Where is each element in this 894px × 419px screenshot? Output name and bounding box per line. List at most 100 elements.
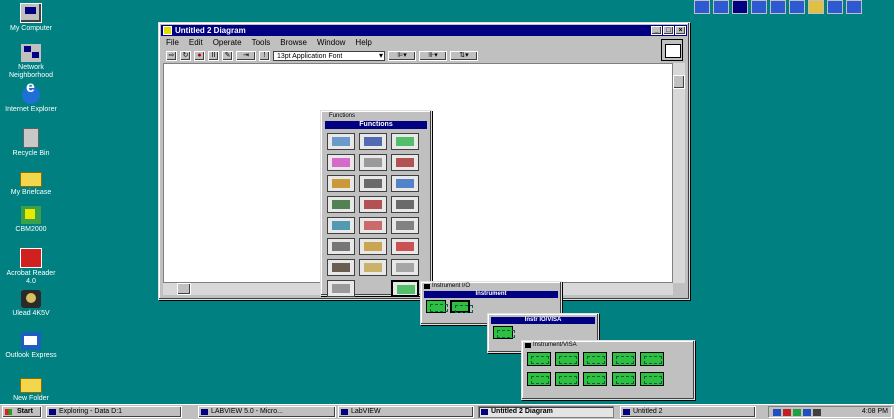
- taskbar-button-untitled-2-diagram[interactable]: Untitled 2 Diagram: [478, 406, 614, 418]
- analysis-icon[interactable]: [327, 217, 355, 234]
- subpalette-title[interactable]: Instrument/VISA: [525, 342, 691, 349]
- visa-open-icon[interactable]: [527, 352, 551, 366]
- abort-icon[interactable]: ●: [194, 50, 205, 61]
- desktop-icon-my-computer[interactable]: My Computer: [4, 3, 58, 33]
- distribute-objects-dropdown[interactable]: ⊪▾: [419, 50, 447, 61]
- desktop-icon-internet-explorer[interactable]: Internet Explorer: [4, 84, 58, 114]
- time-dialog-icon[interactable]: [359, 175, 387, 192]
- tutorial-icon[interactable]: [359, 217, 387, 234]
- font-select[interactable]: 13pt Application Font: [273, 50, 385, 61]
- select-vi-icon[interactable]: [359, 259, 387, 276]
- user-libraries-icon[interactable]: [359, 238, 387, 255]
- run-continuously-icon[interactable]: ↻: [180, 50, 191, 61]
- warning-icon[interactable]: !: [259, 50, 270, 61]
- instrument-io-icon[interactable]: [359, 196, 387, 213]
- tray-icon[interactable]: [773, 409, 781, 416]
- desktop-icon-cbm2000[interactable]: CBM2000: [4, 206, 58, 234]
- visa-status-icon[interactable]: [527, 372, 551, 386]
- shortcut-icon[interactable]: [789, 0, 805, 14]
- desktop-icon-acrobat[interactable]: Acrobat Reader 4.0: [4, 248, 58, 286]
- step-into-icon[interactable]: ⇥: [236, 50, 256, 61]
- desktop-icon-label: Internet Explorer: [5, 106, 57, 113]
- advanced-icon[interactable]: [391, 217, 419, 234]
- shortcut-icon[interactable]: [694, 0, 710, 14]
- menu-file[interactable]: File: [166, 38, 179, 48]
- desktop-icon-outlook-express[interactable]: Outlook Express: [4, 332, 58, 360]
- minimize-button[interactable]: _: [651, 26, 662, 35]
- start-button[interactable]: Start: [2, 406, 42, 418]
- tray-icon[interactable]: [803, 409, 811, 416]
- taskbar-button-labview-micro[interactable]: LABVIEW 5.0 - Micro...: [198, 406, 336, 418]
- pause-icon[interactable]: II: [208, 50, 219, 61]
- tray-icon[interactable]: [793, 409, 801, 416]
- shortcut-icon[interactable]: [827, 0, 843, 14]
- data-acquisition-icon[interactable]: [391, 196, 419, 213]
- application-control-icon[interactable]: [391, 238, 419, 255]
- run-icon[interactable]: ⇨: [166, 50, 177, 61]
- maximize-button[interactable]: □: [663, 26, 674, 35]
- array-icon[interactable]: [359, 154, 387, 171]
- shortcut-icon[interactable]: [732, 0, 748, 14]
- gpib-icon[interactable]: [426, 300, 448, 313]
- file-io-icon[interactable]: [391, 175, 419, 192]
- menu-tools[interactable]: Tools: [252, 38, 271, 48]
- tray-icon[interactable]: [783, 409, 791, 416]
- shortcut-icon[interactable]: [713, 0, 729, 14]
- communication-icon[interactable]: [327, 196, 355, 213]
- outlook-express-icon: [21, 332, 41, 350]
- desktop-icon-recycle-bin[interactable]: Recycle Bin: [4, 128, 58, 158]
- report-generation-icon[interactable]: [391, 259, 419, 276]
- palette-titlebar[interactable]: Functions: [323, 112, 429, 120]
- scroll-thumb[interactable]: [177, 283, 191, 295]
- comparison-icon[interactable]: [327, 175, 355, 192]
- shortcut-icon[interactable]: [770, 0, 786, 14]
- menu-operate[interactable]: Operate: [213, 38, 242, 48]
- clock[interactable]: 4:08 PM: [862, 407, 888, 417]
- desktop-icon-new-folder[interactable]: New Folder: [4, 374, 58, 403]
- instrument-drivers-icon[interactable]: [327, 238, 355, 255]
- taskbar-button-untitled-2[interactable]: Untitled 2: [620, 406, 756, 418]
- align-objects-dropdown[interactable]: ⊫▾: [388, 50, 416, 61]
- visa-read-icon[interactable]: [583, 352, 608, 366]
- numeric-icon[interactable]: [359, 133, 387, 150]
- shortcut-icon[interactable]: [751, 0, 767, 14]
- desktop-icon-label: Network Neighborhood: [9, 64, 53, 79]
- visa-clear-icon[interactable]: [639, 352, 664, 366]
- string-icon[interactable]: [327, 154, 355, 171]
- volume-icon[interactable]: [813, 409, 821, 416]
- shortcut-icon[interactable]: [808, 0, 824, 14]
- graphics-sound-icon[interactable]: [327, 259, 355, 276]
- diagram-window-titlebar[interactable]: Untitled 2 Diagram _ □ ×: [161, 25, 687, 36]
- menu-edit[interactable]: Edit: [189, 38, 203, 48]
- visa-advanced-icon[interactable]: [639, 372, 664, 386]
- visa-trigger-icon[interactable]: [555, 372, 580, 386]
- desktop-icon-ulead[interactable]: Ulead 4K5V: [4, 290, 58, 318]
- visa-icon[interactable]: [450, 300, 474, 313]
- vertical-scrollbar[interactable]: [673, 63, 685, 283]
- cluster-icon[interactable]: [391, 154, 419, 171]
- close-button[interactable]: ×: [675, 26, 686, 35]
- instrument-io-selected-icon[interactable]: [391, 280, 419, 297]
- reorder-dropdown[interactable]: ⇅▾: [450, 50, 478, 61]
- boolean-icon[interactable]: [391, 133, 419, 150]
- mathematics-icon[interactable]: [327, 280, 355, 297]
- visa-function-icon[interactable]: [493, 326, 515, 339]
- visa-close-icon[interactable]: [555, 352, 580, 366]
- visa-write-icon[interactable]: [611, 352, 636, 366]
- taskbar-button-labview[interactable]: LabVIEW: [338, 406, 474, 418]
- subpalette-title[interactable]: Instrument I/O: [424, 283, 558, 290]
- desktop-icon-label: New Folder: [13, 395, 49, 402]
- taskbar-button-exploring[interactable]: Exploring - Data D:1: [46, 406, 182, 418]
- desktop-icon-briefcase[interactable]: My Briefcase: [4, 168, 58, 197]
- menu-help[interactable]: Help: [355, 38, 371, 48]
- menu-window[interactable]: Window: [317, 38, 345, 48]
- shortcut-icon[interactable]: [846, 0, 862, 14]
- visa-unlock-icon[interactable]: [611, 372, 636, 386]
- visa-lock-icon[interactable]: [583, 372, 608, 386]
- highlight-execution-icon[interactable]: ✎: [222, 50, 233, 61]
- scroll-thumb[interactable]: [673, 75, 685, 89]
- vi-icon[interactable]: [661, 39, 683, 61]
- structures-icon[interactable]: [327, 133, 355, 150]
- menu-browse[interactable]: Browse: [280, 38, 307, 48]
- desktop-icon-network[interactable]: Network Neighborhood: [4, 44, 58, 80]
